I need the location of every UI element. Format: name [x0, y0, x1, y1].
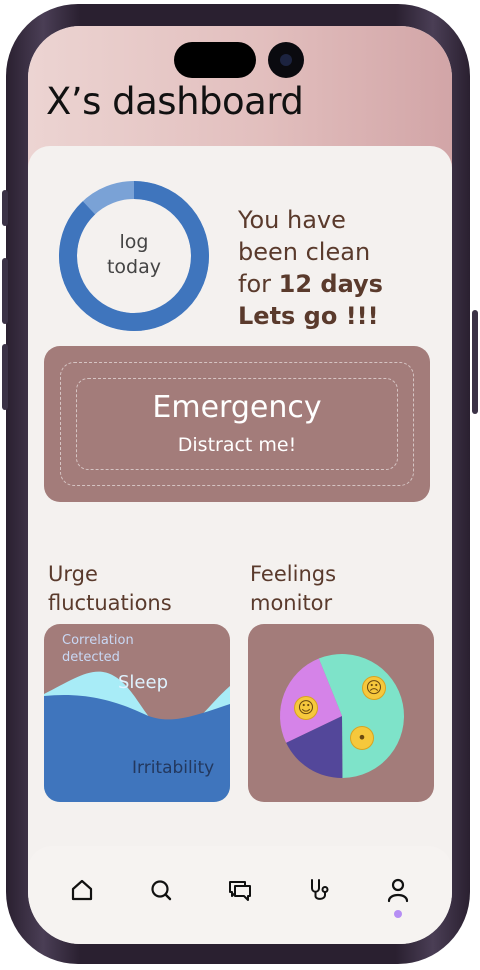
ring-label: log today [56, 230, 212, 280]
emergency-title: Emergency [152, 390, 322, 425]
feelings-pie-chart [280, 654, 404, 778]
nav-home-button[interactable] [68, 876, 96, 904]
emergency-button[interactable]: Emergency Distract me! [44, 346, 430, 502]
profile-icon [387, 878, 409, 903]
feelings-section-title: Feelings monitor [250, 560, 336, 618]
action-button [2, 190, 8, 226]
irritability-label: Irritability [132, 758, 215, 778]
happy-face-icon: ☺ [294, 696, 318, 720]
page-title: X’s dashboard [46, 80, 304, 123]
irritability-wave [44, 694, 230, 802]
message-line2: been clean [238, 238, 371, 266]
urge-section-title: Urge fluctuations [48, 560, 172, 618]
message-line4: Lets go !!! [238, 302, 379, 330]
log-today-ring[interactable]: log today [56, 178, 212, 334]
ring-label-line2: today [106, 256, 162, 278]
nav-chat-button[interactable] [226, 876, 254, 904]
correlation-line1: Correlation [62, 633, 134, 648]
stethoscope-icon [311, 879, 329, 900]
dynamic-island [174, 42, 256, 78]
correlation-note: Correlation detected [62, 632, 134, 666]
pie-slices [280, 654, 404, 778]
emergency-subtitle: Distract me! [177, 434, 297, 456]
feelings-title-line1: Feelings [250, 562, 337, 586]
clean-streak-message: You have been clean for 12 days Lets go … [238, 204, 438, 332]
volume-down-button [2, 344, 8, 410]
ring-label-line1: log [119, 231, 149, 253]
urge-title-line2: fluctuations [48, 591, 172, 615]
home-icon [71, 879, 93, 901]
urge-fluctuations-card[interactable]: Correlation detected Sleep Irritability [44, 624, 230, 802]
message-line3: for 12 days [238, 268, 438, 300]
bottom-nav [28, 846, 452, 944]
correlation-line2: detected [62, 650, 120, 665]
chat-icon [229, 881, 251, 901]
neutral-face-icon: • [350, 726, 374, 750]
clean-days-count: 12 days [278, 270, 383, 298]
sleep-label: Sleep [118, 672, 169, 693]
screen: X’s dashboard log today You have been cl… [28, 26, 452, 944]
nav-profile-button[interactable] [384, 876, 412, 904]
feelings-title-line2: monitor [250, 591, 333, 615]
search-icon [151, 880, 172, 901]
urge-title-line1: Urge [48, 562, 98, 586]
active-tab-indicator [394, 910, 402, 918]
feelings-monitor-card[interactable]: ☺ ☹ • [248, 624, 434, 802]
message-line1: You have [238, 206, 346, 234]
nav-health-button[interactable] [306, 876, 334, 904]
power-button [472, 310, 478, 414]
message-line3-prefix: for [238, 270, 279, 298]
camera-icon [268, 42, 304, 78]
volume-up-button [2, 258, 8, 324]
sad-face-icon: ☹ [362, 676, 386, 700]
nav-search-button[interactable] [147, 876, 175, 904]
